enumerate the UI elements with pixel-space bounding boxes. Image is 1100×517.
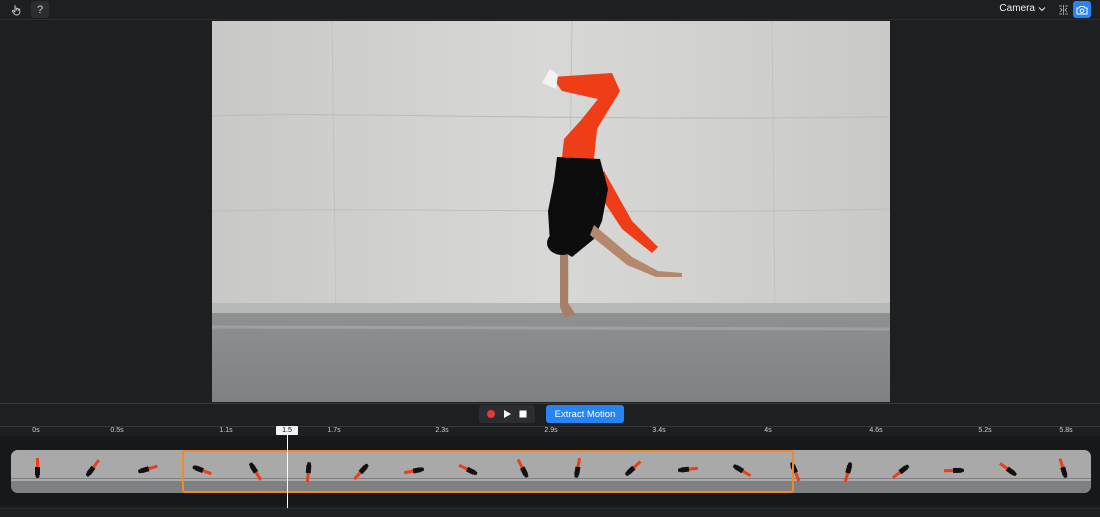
- filmstrip-thumbnail: [11, 450, 65, 493]
- top-toolbar: ? Camera: [0, 0, 1100, 20]
- filmstrip-thumbnail: [983, 450, 1037, 493]
- hand-touch-icon[interactable]: [8, 1, 26, 18]
- help-label: ?: [36, 3, 44, 16]
- help-button[interactable]: ?: [31, 1, 49, 18]
- ruler-tick-label: 5.2s: [978, 427, 992, 434]
- view-select-dropdown[interactable]: Camera: [999, 3, 1046, 14]
- panel-divider: [0, 403, 1100, 404]
- motion-editor-app: ? Camera Extract Motion 0s 0.5s 1.1s 1.7…: [0, 0, 1100, 517]
- split-compare-icon[interactable]: [1056, 3, 1070, 17]
- filmstrip-thumbnail: [929, 450, 983, 493]
- ruler-tick-label: 0.5s: [110, 427, 124, 434]
- stop-icon[interactable]: [518, 409, 528, 419]
- ruler-tick-label: 2.3s: [435, 427, 449, 434]
- filmstrip-thumbnail: [1037, 450, 1091, 493]
- chevron-down-icon: [1038, 6, 1046, 11]
- extract-motion-button[interactable]: Extract Motion: [546, 405, 624, 423]
- video-viewport: [0, 21, 1100, 403]
- ruler-tick-label: 3.4s: [652, 427, 666, 434]
- filmstrip-thumbnail: [875, 450, 929, 493]
- camera-icon[interactable]: [1073, 1, 1091, 18]
- record-icon[interactable]: [486, 409, 496, 419]
- view-select-label: Camera: [999, 3, 1035, 14]
- playhead-line[interactable]: [287, 435, 288, 508]
- ruler-tick-label: 1.1s: [219, 427, 233, 434]
- timeline-ruler[interactable]: 0s 0.5s 1.1s 1.7s 2.3s 2.9s 3.4s 4s 4.6s 5.2s 5.8s: [0, 426, 1100, 436]
- transport-controls: [479, 405, 535, 423]
- ruler-tick-label: 2.9s: [544, 427, 558, 434]
- filmstrip-thumbnail: [119, 450, 173, 493]
- playhead-time-label[interactable]: 1.5: [276, 426, 298, 435]
- ruler-tick-label: 1.7s: [327, 427, 341, 434]
- ruler-tick-label: 0s: [32, 427, 40, 434]
- ruler-tick-label: 4s: [764, 427, 772, 434]
- play-icon[interactable]: [502, 409, 512, 419]
- filmstrip-thumbnail: [65, 450, 119, 493]
- video-frame[interactable]: [212, 21, 890, 402]
- selection-range[interactable]: [182, 450, 794, 493]
- bottom-bar: [0, 508, 1100, 517]
- ruler-tick-label: 5.8s: [1059, 427, 1073, 434]
- ruler-tick-label: 4.6s: [869, 427, 883, 434]
- filmstrip-thumbnail: [821, 450, 875, 493]
